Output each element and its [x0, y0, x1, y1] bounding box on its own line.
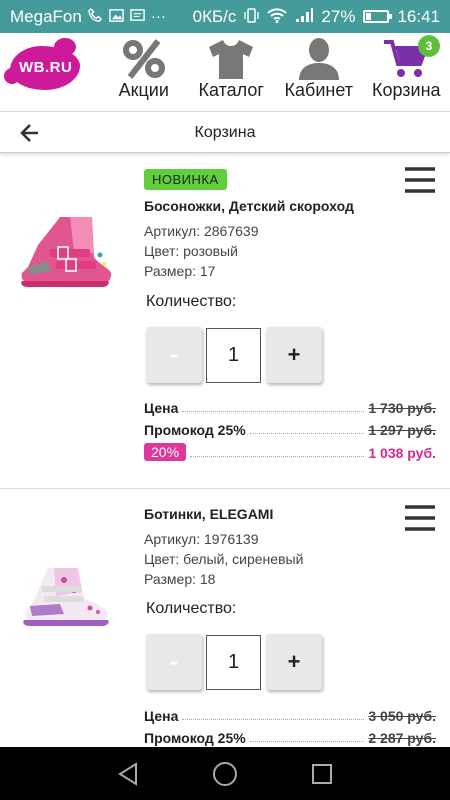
decrease-quantity-button[interactable]: - — [146, 634, 202, 690]
final-price-value: 1 038 руб. — [368, 445, 436, 461]
wb-logo[interactable]: WB.RU — [0, 32, 100, 111]
battery-percent: 27% — [321, 6, 356, 26]
vibrate-icon — [244, 7, 260, 27]
new-badge: НОВИНКА — [144, 169, 227, 190]
nav-label-cart: Корзина — [371, 80, 441, 100]
item-size: Размер: 17 — [144, 263, 216, 279]
carrier-label: MegaFon — [10, 6, 82, 26]
item-name[interactable]: Босоножки, Детский скороход — [144, 198, 354, 214]
signal-icon — [295, 7, 314, 26]
message-icon — [130, 8, 145, 26]
back-triangle-icon[interactable] — [113, 759, 143, 789]
item-article: Артикул: 2867639 — [144, 223, 259, 239]
quantity-input[interactable]: 1 — [206, 635, 261, 690]
cart-count-badge: 3 — [418, 35, 440, 57]
clock: 16:41 — [397, 6, 440, 26]
nav-cart[interactable]: 3 Корзина — [363, 32, 450, 111]
nav-account[interactable]: Кабинет — [275, 32, 363, 111]
phone-icon — [88, 7, 103, 26]
image-icon — [109, 8, 124, 26]
price-value: 3 050 руб. — [368, 708, 436, 724]
promo-label: Промокод 25% — [144, 730, 246, 746]
item-details: Артикул: 1976139 Цвет: белый, сиреневый … — [144, 529, 303, 589]
increase-quantity-button[interactable]: + — [266, 634, 322, 690]
home-circle-icon[interactable] — [210, 759, 240, 789]
final-price-row: 20% 1 038 руб. — [144, 441, 436, 461]
recents-square-icon[interactable] — [307, 759, 337, 789]
item-color: Цвет: розовый — [144, 243, 238, 259]
promo-row: Промокод 25% 2 287 руб. — [144, 726, 436, 746]
cart-list: НОВИНКА Босоножки, Детский скороход Арти… — [0, 154, 450, 747]
quantity-input[interactable]: 1 — [206, 328, 261, 383]
top-navigation: WB.RU Акции Каталог Кабинет 3 Корзина — [0, 33, 450, 112]
cart-item: Ботинки, ELEGAMI Артикул: 1976139 Цвет: … — [0, 490, 450, 747]
nav-label-promotions: Акции — [118, 80, 169, 100]
decrease-quantity-button[interactable]: - — [146, 327, 202, 383]
price-value: 1 730 руб. — [368, 400, 436, 416]
promo-row: Промокод 25% 1 297 руб. — [144, 418, 436, 438]
nav-catalog[interactable]: Каталог — [188, 32, 276, 111]
logo-text: WB.RU — [19, 59, 73, 76]
item-menu-icon[interactable] — [404, 166, 436, 194]
price-row: Цена 3 050 руб. — [144, 704, 436, 724]
item-name[interactable]: Ботинки, ELEGAMI — [144, 506, 273, 522]
back-arrow-icon[interactable] — [18, 121, 44, 145]
user-icon — [294, 38, 344, 80]
percent-icon — [119, 38, 169, 80]
status-bar: MegaFon ··· 0КБ/с 27% 16:41 — [0, 0, 450, 33]
discount-badge: 20% — [144, 443, 187, 461]
page-header: Корзина — [0, 113, 450, 153]
quantity-label: Количество: — [146, 293, 237, 310]
nav-promotions[interactable]: Акции — [100, 32, 188, 111]
system-nav-bar — [0, 747, 450, 800]
network-speed: 0КБ/с — [192, 6, 237, 26]
battery-icon — [363, 10, 393, 23]
shirt-icon — [206, 38, 256, 80]
quantity-label: Количество: — [146, 600, 237, 617]
cart-item: НОВИНКА Босоножки, Детский скороход Арти… — [0, 154, 450, 489]
promo-label: Промокод 25% — [144, 422, 246, 438]
wifi-icon — [267, 7, 288, 26]
promo-price-value: 2 287 руб. — [368, 730, 436, 746]
item-article: Артикул: 1976139 — [144, 531, 259, 547]
item-details: Артикул: 2867639 Цвет: розовый Размер: 1… — [144, 221, 258, 281]
nav-label-catalog: Каталог — [198, 80, 264, 100]
more-icon: ··· — [150, 8, 166, 25]
product-image-sandals[interactable] — [20, 209, 120, 299]
increase-quantity-button[interactable]: + — [266, 327, 322, 383]
product-image-boots[interactable] — [20, 550, 120, 640]
item-size: Размер: 18 — [144, 571, 216, 587]
price-label: Цена — [144, 400, 179, 416]
promo-price-value: 1 297 руб. — [368, 422, 436, 438]
page-title: Корзина — [194, 123, 256, 141]
nav-label-account: Кабинет — [284, 80, 353, 100]
price-row: Цена 1 730 руб. — [144, 396, 436, 416]
price-label: Цена — [144, 708, 179, 724]
item-menu-icon[interactable] — [404, 504, 436, 532]
item-color: Цвет: белый, сиреневый — [144, 551, 304, 567]
